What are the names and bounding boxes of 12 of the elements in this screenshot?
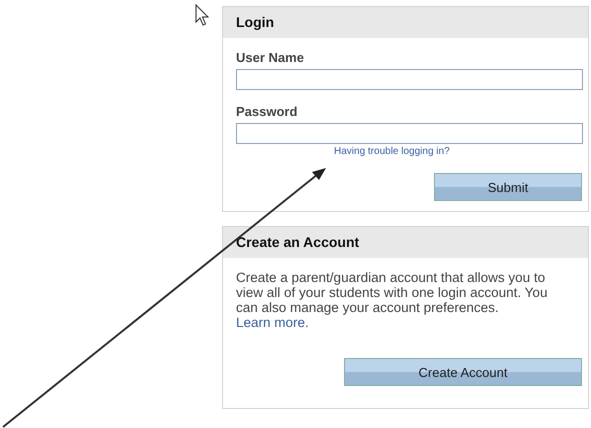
- mouse-pointer-icon: [195, 4, 211, 26]
- learn-more-link[interactable]: Learn more.: [236, 315, 309, 330]
- field-label: Password: [236, 104, 298, 119]
- input-field[interactable]: [236, 69, 583, 90]
- panel-title: Login: [223, 7, 588, 38]
- input-field[interactable]: [236, 123, 583, 144]
- submit-button[interactable]: Submit: [434, 173, 582, 201]
- create-account-button[interactable]: Create Account: [344, 358, 582, 386]
- description-text: Create a parent/guardian account that allows you to view all of your students with one login account. You can also manage your account preferences. Learn more.: [236, 270, 548, 330]
- panel-title: Create an Account: [223, 227, 588, 258]
- field-label: User Name: [236, 50, 305, 65]
- help-link[interactable]: Having trouble logging in?: [334, 146, 450, 157]
